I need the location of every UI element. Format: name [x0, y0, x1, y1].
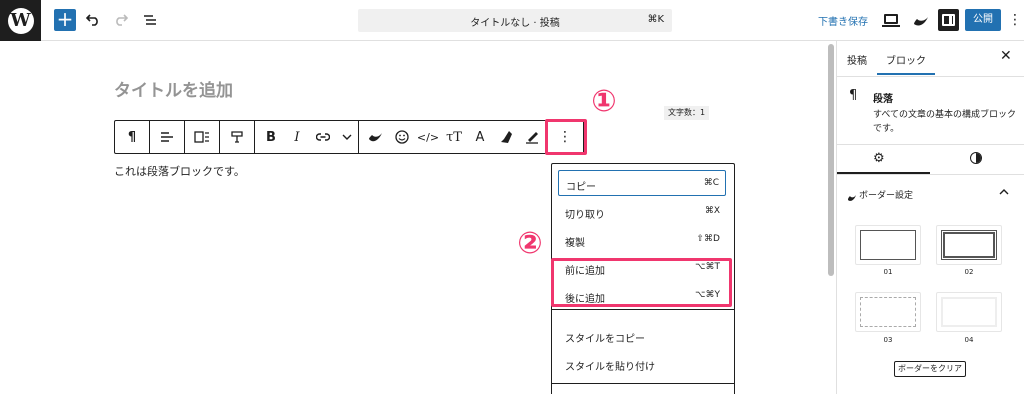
save-draft-button[interactable]: 下書き保存	[818, 13, 868, 28]
annotation-number-1: ①	[591, 84, 617, 119]
redo-button[interactable]	[110, 9, 132, 31]
highlighter-icon[interactable]	[493, 121, 519, 153]
settings-toggle-button[interactable]	[938, 9, 959, 31]
command-shortcut: ⌘K	[647, 14, 664, 25]
annotation-number-2: ②	[517, 226, 543, 261]
plugin-button[interactable]	[910, 9, 932, 31]
wordpress-logo[interactable]: W	[0, 0, 41, 41]
menu-item-copy[interactable]: コピー ⌘C	[558, 170, 726, 196]
menu-item-cut[interactable]: 切り取り ⌘X	[558, 199, 726, 225]
more-options-icon[interactable]: ⋮	[1008, 9, 1022, 31]
code-icon[interactable]: </>	[415, 121, 441, 153]
media-text-icon[interactable]	[185, 121, 219, 153]
post-title-input[interactable]: タイトルを追加	[114, 76, 233, 101]
styles-icon[interactable]	[969, 151, 983, 165]
chevron-up-icon[interactable]	[999, 184, 1009, 198]
block-toolbar: ¶ B I </> τT A ⋮	[114, 120, 584, 154]
menu-divider	[552, 309, 734, 310]
format-icon[interactable]	[220, 121, 254, 153]
bold-icon[interactable]: B	[258, 121, 284, 153]
block-name: 段落	[873, 94, 893, 105]
border-option-04[interactable]	[936, 292, 1002, 332]
redo-icon	[116, 14, 128, 26]
leaf-icon	[847, 188, 857, 201]
close-icon[interactable]: ✕	[1000, 48, 1012, 64]
document-title: タイトルなし · 投稿	[470, 18, 560, 29]
sidebar-icon	[942, 14, 955, 26]
menu-divider	[552, 383, 734, 384]
annotation-box-1	[545, 119, 587, 155]
paragraph-block-icon: ¶	[849, 88, 858, 103]
block-description: すべての文章の基本の構成ブロックです。	[873, 110, 1017, 134]
border-option-01[interactable]	[855, 225, 921, 265]
paragraph-icon[interactable]: ¶	[115, 121, 149, 153]
panel-title: ボーダー設定	[859, 191, 914, 201]
gear-icon[interactable]: ⚙	[873, 151, 887, 166]
preview-button[interactable]	[880, 9, 902, 31]
menu-item-duplicate[interactable]: 複製 ⇧⌘D	[558, 227, 726, 253]
tab-block[interactable]: ブロック	[886, 52, 926, 67]
link-icon[interactable]	[310, 121, 336, 153]
leaf-icon	[914, 17, 928, 26]
document-overview-button[interactable]	[139, 9, 161, 31]
menu-item-copy-styles[interactable]: スタイルをコピー	[558, 323, 726, 349]
annotation-box-2	[551, 258, 732, 307]
chevron-down-icon[interactable]	[336, 121, 358, 153]
emoji-icon[interactable]	[389, 121, 415, 153]
paragraph-block[interactable]: これは段落ブロックです。	[114, 163, 245, 179]
font-size-icon[interactable]: τT	[441, 121, 467, 153]
plugin-icon[interactable]	[363, 121, 389, 153]
publish-button[interactable]: 公開	[965, 9, 1001, 31]
tab-post[interactable]: 投稿	[847, 52, 867, 67]
menu-item-paste-styles[interactable]: スタイルを貼り付け	[558, 351, 726, 377]
border-option-02[interactable]	[936, 225, 1002, 265]
editor-scrollbar[interactable]	[828, 44, 834, 276]
undo-button[interactable]	[82, 9, 104, 31]
clear-border-button[interactable]: ボーダーをクリア	[894, 361, 966, 377]
align-icon[interactable]	[150, 121, 184, 153]
list-view-icon	[144, 15, 156, 25]
undo-icon	[86, 14, 98, 26]
laptop-icon	[884, 14, 898, 24]
add-block-button[interactable]: +	[54, 9, 76, 31]
border-option-03[interactable]	[855, 292, 921, 332]
text-color-icon[interactable]: A	[467, 121, 493, 153]
settings-sidebar: 投稿 ブロック ✕ ¶ 段落 すべての文章の基本の構成ブロックです。 ⚙ ボーダ…	[837, 41, 1024, 394]
pen-icon[interactable]	[519, 121, 545, 153]
command-palette-bar[interactable]: タイトルなし · 投稿 ⌘K	[358, 9, 672, 32]
wordpress-icon: W	[7, 7, 34, 34]
word-count-badge: 文字数：1	[664, 106, 710, 120]
italic-icon[interactable]: I	[284, 121, 310, 153]
